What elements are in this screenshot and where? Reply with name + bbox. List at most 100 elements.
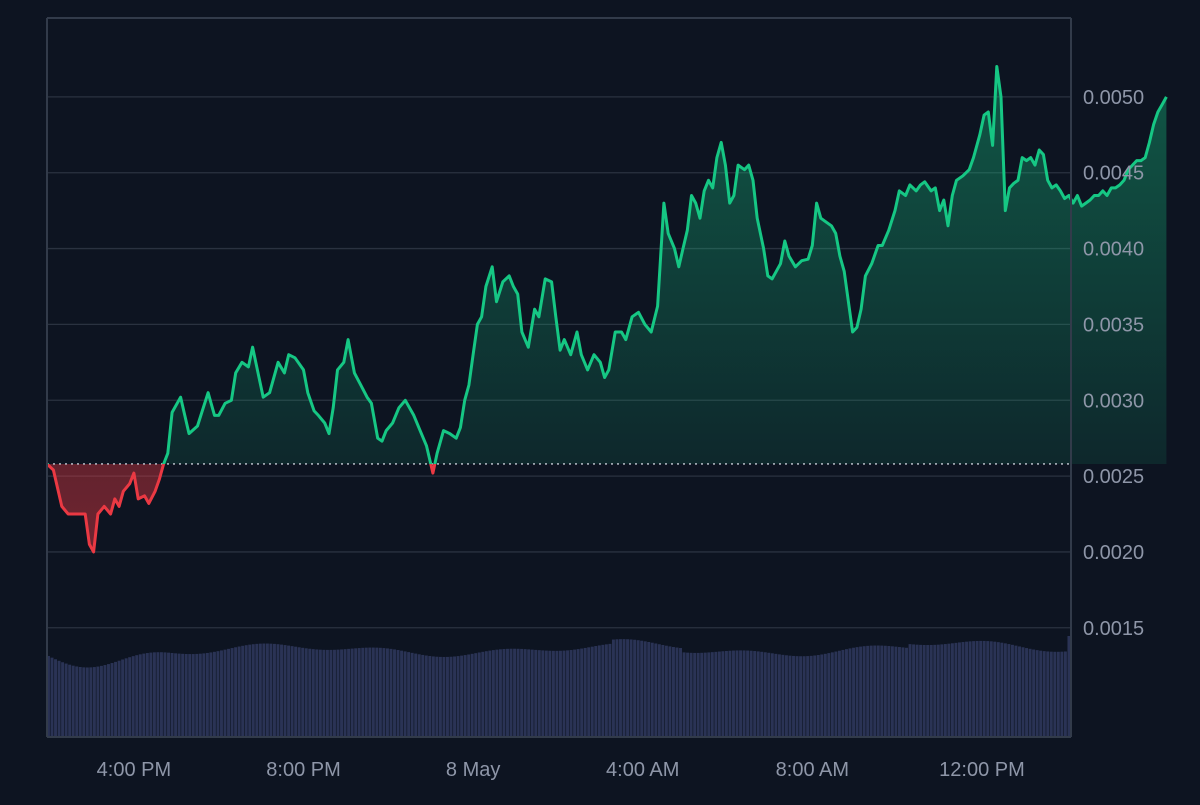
volume-bar [71, 665, 75, 737]
volume-bar [152, 652, 156, 737]
volume-bar [227, 648, 231, 737]
volume-bar [1018, 646, 1021, 737]
volume-bar [633, 639, 637, 737]
volume-bar [198, 653, 202, 737]
volume-bar [792, 655, 795, 737]
volume-bar [188, 654, 192, 737]
volume-bar [859, 646, 863, 737]
volume-bar [474, 653, 478, 737]
volume-bar [516, 648, 520, 737]
volume-bar [936, 644, 940, 737]
volume-bar [364, 647, 368, 737]
volume-bar [996, 642, 1000, 737]
volume-bar [809, 655, 813, 737]
volume-bar [887, 646, 891, 737]
volume-bar [943, 644, 947, 737]
volume-bar [103, 665, 107, 737]
volume-bar [590, 646, 594, 737]
volume-bar [566, 650, 569, 737]
volume-bar [756, 651, 760, 737]
volume-bar [128, 657, 132, 737]
volume-bar [491, 650, 495, 737]
volume-bar [272, 643, 276, 737]
volume-bar [523, 649, 527, 737]
volume-bar [559, 650, 562, 737]
volume-bar [407, 652, 411, 737]
volume-bar [145, 653, 149, 737]
volume-bar [280, 644, 283, 737]
volume-bar [866, 645, 870, 737]
volume-bar [311, 649, 315, 737]
volume-bar [251, 644, 255, 737]
volume-bar [1060, 651, 1064, 737]
volume-bar [424, 655, 428, 737]
volume-bar [96, 666, 100, 737]
volume-bar [329, 649, 333, 737]
volume-bar [220, 650, 223, 737]
volume-bar [241, 645, 245, 737]
volume-bar [294, 646, 298, 737]
volume-bar [255, 643, 259, 737]
volume-bar [767, 652, 771, 737]
volume-bar [385, 648, 389, 737]
y-tick-label: 0.0050 [1083, 87, 1144, 109]
volume-bar [873, 645, 877, 737]
volume-bar [693, 652, 697, 737]
volume-bar [1021, 647, 1025, 737]
volume-bar [837, 650, 841, 737]
volume-bar [972, 641, 976, 737]
volume-bar [682, 652, 686, 737]
volume-bar [343, 649, 347, 737]
volume-bar [912, 644, 916, 737]
x-tick-label: 12:00 PM [939, 759, 1025, 781]
volume-bar [54, 659, 57, 737]
volume-bar [481, 651, 485, 737]
x-tick-label: 4:00 AM [606, 759, 679, 781]
volume-bar [333, 649, 336, 737]
volume-bar [85, 667, 89, 737]
volume-bar [958, 642, 961, 737]
volume-bar [721, 651, 725, 737]
volume-bar [1067, 636, 1071, 737]
volume-bar [799, 656, 803, 737]
volume-bar [400, 650, 404, 737]
volume-bar [989, 641, 993, 737]
volume-bar [830, 652, 834, 737]
volume-bar [354, 648, 358, 737]
volume-bar [50, 657, 54, 737]
volume-bar [336, 649, 340, 737]
volume-bar [410, 652, 414, 737]
volume-bar [968, 641, 972, 737]
volume-bar [237, 646, 241, 737]
volume-bar [431, 656, 435, 737]
volume-bar [749, 650, 753, 737]
volume-bar [283, 645, 287, 737]
volume-bar [64, 663, 68, 737]
volume-bar [657, 644, 661, 737]
volume-bar [234, 647, 238, 737]
volume-bar [453, 656, 456, 737]
volume-bar [707, 652, 711, 737]
volume-bar [107, 664, 110, 737]
volume-bar [671, 647, 675, 737]
volume-bar [689, 652, 693, 737]
volume-bar [308, 648, 312, 737]
volume-bar [262, 643, 266, 737]
volume-bar [1063, 651, 1067, 737]
volume-bar [244, 645, 248, 737]
volume-bar [926, 645, 930, 737]
y-tick-label: 0.0015 [1083, 618, 1144, 640]
chart-canvas: 0.0015 0.0020 0.0025 0.0030 0.0035 0.0040 0.00… [45, 17, 1168, 781]
volume-bar [929, 644, 933, 737]
volume-bar [428, 656, 432, 737]
volume-bar [375, 647, 379, 737]
volume-bar [315, 649, 319, 737]
volume-bar [640, 640, 644, 737]
volume-bar [167, 652, 170, 737]
volume-bar [845, 649, 848, 737]
volume-bar [890, 646, 894, 737]
volume-bar [993, 641, 997, 737]
volume-bar [947, 643, 951, 737]
volume-bar [869, 645, 873, 737]
price-chart: 0.0015 0.0020 0.0025 0.0030 0.0035 0.0040 0.00… [0, 0, 1200, 800]
